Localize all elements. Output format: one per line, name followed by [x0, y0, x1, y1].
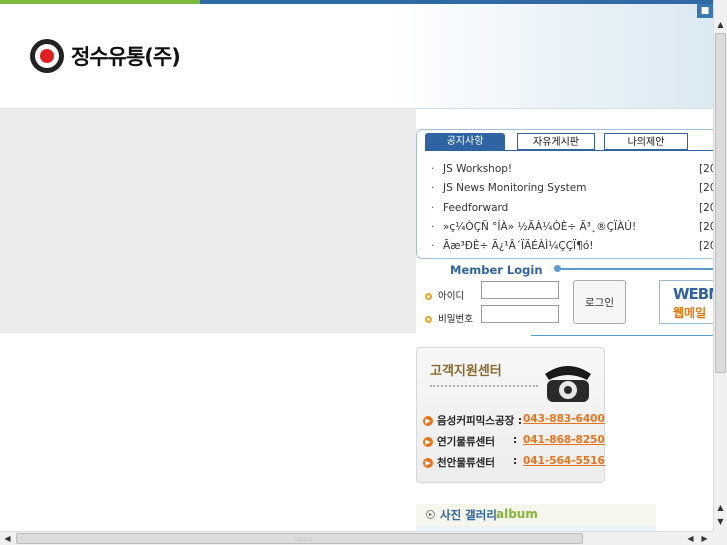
- scrollbar-corner: [713, 531, 727, 545]
- notice-date: [20: [699, 220, 713, 233]
- id-input[interactable]: [481, 281, 559, 299]
- notice-title[interactable]: Feedforward: [443, 202, 508, 214]
- tab-notices[interactable]: 공지사항: [425, 133, 505, 150]
- password-input[interactable]: [481, 305, 559, 323]
- bullet-icon: [425, 293, 432, 300]
- scroll-down-icon[interactable]: ▼: [714, 515, 727, 529]
- scroll-left-icon[interactable]: ◀: [684, 532, 697, 545]
- center-phone[interactable]: 043-883-6400: [523, 413, 605, 425]
- play-icon: ▸: [426, 510, 435, 519]
- center-phone[interactable]: 041-564-5516: [523, 455, 605, 467]
- arrow-icon: ▶: [423, 437, 433, 447]
- notice-list: ·JS Workshop![20 ·JS News Monitoring Sys…: [431, 160, 713, 256]
- tab-free-board[interactable]: 자유게시판: [517, 133, 595, 150]
- vertical-scroll-thumb[interactable]: [715, 33, 726, 373]
- center-name: 음성커피믹스공장 :: [437, 415, 523, 427]
- notice-title[interactable]: Ãæ³ÐÈ÷ Ã¿¹Â´ÏÄÉÀÌ¼ÇÇÏ¶ó!: [443, 240, 593, 252]
- notice-date: [20: [699, 182, 713, 195]
- bullet-icon: [425, 316, 432, 323]
- notice-date: [20: [699, 163, 713, 175]
- site-header: 정수유통(주): [0, 4, 713, 109]
- scroll-left-icon[interactable]: ◀: [1, 532, 14, 545]
- notice-title[interactable]: JS News Monitoring System: [443, 182, 586, 194]
- scroll-right-icon[interactable]: ▶: [698, 532, 711, 545]
- member-login: Member Login 아이디 비밀번호 로그인 WEBM 웹메일: [416, 259, 713, 349]
- arrow-icon: ▶: [423, 458, 433, 468]
- password-label: 비밀번호: [425, 311, 473, 325]
- notice-title[interactable]: JS Workshop!: [443, 163, 512, 175]
- list-item[interactable]: ·JS Workshop![20: [431, 160, 713, 179]
- center-colon: :: [513, 434, 518, 446]
- vertical-scrollbar[interactable]: ▲ ▲ ▼: [713, 0, 727, 531]
- list-item[interactable]: ·Feedforward[20: [431, 199, 713, 218]
- gallery-title: 사진 갤러리: [440, 508, 497, 522]
- list-item[interactable]: ·»ç¼ÒÇÑ °ÍÀ» ½ÃÀ¼ÒÈ÷ Ã³¸®ÇÏÀÚ![20: [431, 218, 713, 237]
- support-row: ▶ 음성커피믹스공장 : 043-883-6400: [423, 413, 605, 428]
- telephone-icon: [545, 366, 591, 402]
- gallery-title-en: album: [496, 507, 538, 521]
- photo-gallery-header[interactable]: ▸ 사진 갤러리 album: [416, 504, 656, 526]
- webmail-label-kr: 웹메일: [673, 306, 707, 320]
- notice-title[interactable]: »ç¼ÒÇÑ °ÍÀ» ½ÃÀ¼ÒÈ÷ Ã³¸®ÇÏÀÚ!: [443, 221, 636, 233]
- center-phone[interactable]: 041-868-8250: [523, 434, 605, 446]
- notice-date: [20: [699, 240, 713, 253]
- arrow-icon: ▶: [423, 416, 433, 426]
- center-name: 천안물류센터: [437, 457, 495, 469]
- notice-board: 공지사항 자유게시판 나의제안 ·JS Workshop![20 ·JS New…: [416, 129, 713, 259]
- support-row: ▶ 천안물류센터 : 041-564-5516: [423, 455, 605, 470]
- site-logo[interactable]: 정수유통(주): [30, 39, 181, 73]
- scroll-up-icon[interactable]: ▲: [714, 18, 727, 32]
- webmail-label-en: WEBM: [673, 285, 713, 303]
- horizontal-scrollbar[interactable]: ◀ :::::: ◀ ▶: [0, 531, 713, 545]
- support-row: ▶ 연기물류센터 : 041-868-8250: [423, 434, 605, 449]
- horizontal-scroll-thumb[interactable]: ::::::: [16, 533, 583, 544]
- login-button[interactable]: 로그인: [573, 280, 626, 324]
- center-colon: :: [513, 455, 518, 467]
- customer-support-panel: 고객지원센터 ▶ 음성커피믹스공장 : 043-883-6400 ▶ 연기물류센터 …: [416, 347, 605, 483]
- login-title: Member Login: [450, 263, 543, 277]
- support-dotted-divider: [430, 385, 538, 387]
- id-label: 아이디: [425, 288, 464, 302]
- tab-divider: [425, 150, 713, 151]
- scroll-down-icon[interactable]: ▲: [714, 501, 727, 515]
- login-divider: [558, 268, 713, 270]
- login-bottom-line: [531, 335, 713, 336]
- lock-icon[interactable]: ■: [697, 4, 713, 18]
- list-item[interactable]: ·JS News Monitoring System[20: [431, 179, 713, 198]
- list-item[interactable]: ·Ãæ³ÐÈ÷ Ã¿¹Â´ÏÄÉÀÌ¼ÇÇÏ¶ó![20: [431, 237, 713, 256]
- notice-date: [20: [699, 201, 713, 214]
- webmail-button[interactable]: WEBM 웹메일: [659, 280, 713, 324]
- center-name: 연기물류센터: [437, 436, 495, 448]
- logo-emblem-icon: [30, 39, 64, 73]
- logo-text: 정수유통(주): [71, 45, 181, 69]
- right-column: 공지사항 자유게시판 나의제안 ·JS Workshop![20 ·JS New…: [416, 109, 713, 533]
- support-title: 고객지원센터: [430, 364, 502, 379]
- tab-my-proposals[interactable]: 나의제안: [604, 133, 688, 150]
